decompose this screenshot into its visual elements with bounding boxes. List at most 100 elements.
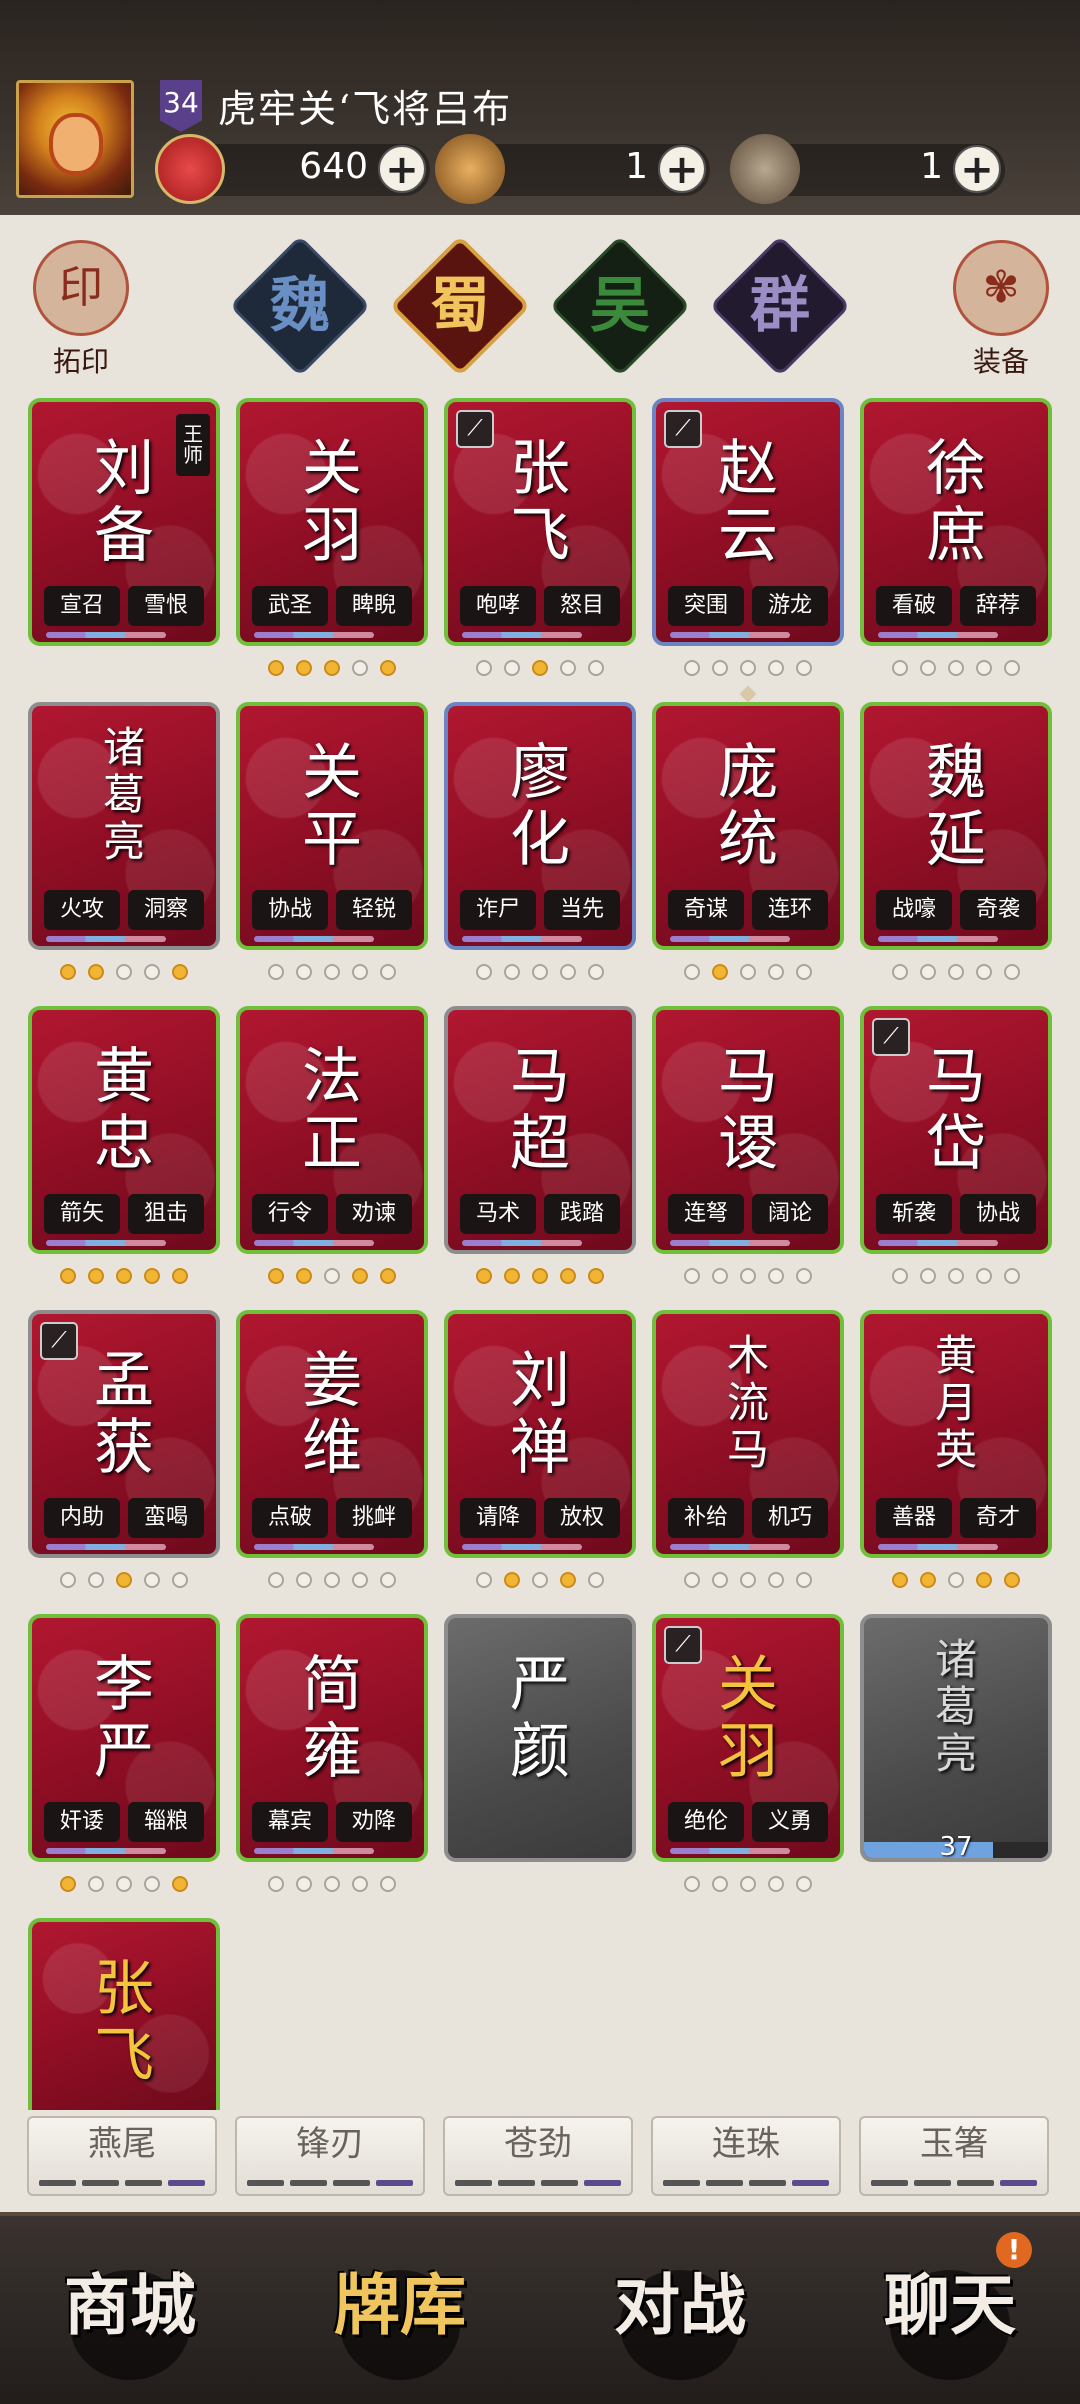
hero-card[interactable]: 简雍幕宾 劝降 xyxy=(236,1614,428,1862)
nav-shop[interactable]: 商城 xyxy=(30,2240,230,2370)
skill-tag[interactable]: 补给 xyxy=(668,1498,744,1538)
skill-tag[interactable]: 诈尸 xyxy=(460,890,536,930)
skill-tag[interactable]: 当先 xyxy=(544,890,620,930)
rubbing-button[interactable]: 印 拓印 xyxy=(26,240,136,380)
rarity-stripe xyxy=(462,1240,582,1246)
resource-value-1: 640 xyxy=(299,146,368,187)
skill-tag[interactable]: 辞荐 xyxy=(960,586,1036,626)
faction-tab-shu[interactable]: 蜀 xyxy=(389,235,531,377)
hero-card[interactable]: 诸葛亮火攻 洞察 xyxy=(28,702,220,950)
hero-card[interactable]: 马谡连弩 阔论 xyxy=(652,1006,844,1254)
skill-tag[interactable]: 武圣 xyxy=(252,586,328,626)
nav-battle[interactable]: 对战 xyxy=(580,2240,780,2370)
gem-tab-5[interactable]: 玉箸 xyxy=(859,2116,1049,2196)
skill-tag[interactable]: 劝降 xyxy=(336,1802,412,1842)
skill-tag[interactable]: 轻锐 xyxy=(336,890,412,930)
skill-tag[interactable]: 善器 xyxy=(876,1498,952,1538)
hero-card[interactable]: 刘备王师宣召 雪恨 xyxy=(28,398,220,646)
skill-tag[interactable]: 劝谏 xyxy=(336,1194,412,1234)
skill-tag[interactable]: 奇袭 xyxy=(960,890,1036,930)
skill-tag[interactable]: 阔论 xyxy=(752,1194,828,1234)
skill-tag[interactable]: 蛮喝 xyxy=(128,1498,204,1538)
skill-tag[interactable]: 机巧 xyxy=(752,1498,828,1538)
add-resource-3-button[interactable]: + xyxy=(953,145,1001,193)
skill-tag[interactable]: 斩袭 xyxy=(876,1194,952,1234)
skill-tag[interactable]: 突围 xyxy=(668,586,744,626)
skill-tag[interactable]: 协战 xyxy=(252,890,328,930)
faction-tab-qun[interactable]: 群 xyxy=(709,235,851,377)
skill-tag[interactable]: 点破 xyxy=(252,1498,328,1538)
gem-tab-1[interactable]: 燕尾 xyxy=(27,2116,217,2196)
hero-name-char: 庶 xyxy=(926,501,986,572)
hero-card[interactable]: 庞统奇谋 连环 xyxy=(652,702,844,950)
star-dot xyxy=(268,964,284,980)
hero-card[interactable]: 姜维点破 挑衅 xyxy=(236,1310,428,1558)
hero-name: 魏延 xyxy=(864,739,1048,874)
hero-card[interactable]: 关平协战 轻锐 xyxy=(236,702,428,950)
skill-tag[interactable]: 游龙 xyxy=(752,586,828,626)
hero-card[interactable]: 魏延战嚎 奇袭 xyxy=(860,702,1052,950)
gem-tab-4[interactable]: 连珠 xyxy=(651,2116,841,2196)
skill-tag[interactable]: 马术 xyxy=(460,1194,536,1234)
skill-tag[interactable]: 践踏 xyxy=(544,1194,620,1234)
hero-card[interactable]: 马超马术 践踏 xyxy=(444,1006,636,1254)
hero-card[interactable]: 徐庶看破 辞荐 xyxy=(860,398,1052,646)
hero-card[interactable]: 张飞 ⟋ 咆哮 怒目 xyxy=(444,398,636,646)
skill-tag[interactable]: 奇才 xyxy=(960,1498,1036,1538)
skill-tag[interactable]: 睥睨 xyxy=(336,586,412,626)
gem-tab-2[interactable]: 锋刃 xyxy=(235,2116,425,2196)
hero-card[interactable]: 关羽 ⟋ 绝伦 义勇 xyxy=(652,1614,844,1862)
skill-tag[interactable]: 咆哮 xyxy=(460,586,536,626)
skill-tag[interactable]: 义勇 xyxy=(752,1802,828,1842)
add-resource-1-button[interactable]: + xyxy=(378,145,426,193)
hero-card[interactable]: 张飞 xyxy=(28,1918,220,2110)
skill-tag[interactable]: 连弩 xyxy=(668,1194,744,1234)
skill-tag[interactable]: 放权 xyxy=(544,1498,620,1538)
skill-tag[interactable]: 看破 xyxy=(876,586,952,626)
skill-tag[interactable]: 火攻 xyxy=(44,890,120,930)
star-dot xyxy=(684,1876,700,1892)
hero-card[interactable]: 严颜 xyxy=(444,1614,636,1862)
hero-card[interactable]: 黄月英善器 奇才 xyxy=(860,1310,1052,1558)
hero-card[interactable]: 法正行令 劝谏 xyxy=(236,1006,428,1254)
skill-tag[interactable]: 怒目 xyxy=(544,586,620,626)
hero-card[interactable]: 廖化诈尸 当先 xyxy=(444,702,636,950)
skill-tag[interactable]: 宣召 xyxy=(44,586,120,626)
skill-tag[interactable]: 箭矢 xyxy=(44,1194,120,1234)
skill-row: 战嚎 奇袭 xyxy=(876,890,1036,930)
skill-tag[interactable]: 挑衅 xyxy=(336,1498,412,1538)
skill-tag[interactable]: 奇谋 xyxy=(668,890,744,930)
skill-tag[interactable]: 请降 xyxy=(460,1498,536,1538)
skill-tag[interactable]: 幕宾 xyxy=(252,1802,328,1842)
hero-card[interactable]: 关羽武圣 睥睨 xyxy=(236,398,428,646)
skill-tag[interactable]: 内助 xyxy=(44,1498,120,1538)
hero-card[interactable]: 黄忠箭矢 狙击 xyxy=(28,1006,220,1254)
rarity-stripe xyxy=(878,1240,998,1246)
skill-tag[interactable]: 辎粮 xyxy=(128,1802,204,1842)
skill-tag[interactable]: 协战 xyxy=(960,1194,1036,1234)
faction-tab-wei[interactable]: 魏 xyxy=(229,235,371,377)
player-avatar[interactable] xyxy=(16,80,134,198)
skill-tag[interactable]: 洞察 xyxy=(128,890,204,930)
add-resource-2-button[interactable]: + xyxy=(658,145,706,193)
hero-card[interactable]: 孟获 ⟋ 内助 蛮喝 xyxy=(28,1310,220,1558)
hero-card[interactable]: 木流马补给 机巧 xyxy=(652,1310,844,1558)
hero-card[interactable]: 刘禅请降 放权 xyxy=(444,1310,636,1558)
hero-card[interactable]: 赵云 ⟋ 突围 游龙 xyxy=(652,398,844,646)
star-dots xyxy=(860,964,1052,984)
skill-tag[interactable]: 奸诿 xyxy=(44,1802,120,1842)
nav-card-library[interactable]: 牌库 xyxy=(300,2240,500,2370)
faction-tab-wu[interactable]: 吴 xyxy=(549,235,691,377)
skill-tag[interactable]: 绝伦 xyxy=(668,1802,744,1842)
skill-tag[interactable]: 行令 xyxy=(252,1194,328,1234)
hero-card[interactable]: 李严奸诿 辎粮 xyxy=(28,1614,220,1862)
hero-card[interactable]: 马岱 ⟋ 斩袭 协战 xyxy=(860,1006,1052,1254)
skill-tag[interactable]: 雪恨 xyxy=(128,586,204,626)
hero-card[interactable]: 诸葛亮 37 xyxy=(860,1614,1052,1862)
skill-tag[interactable]: 战嚎 xyxy=(876,890,952,930)
skill-tag[interactable]: 连环 xyxy=(752,890,828,930)
equipment-button[interactable]: ✾ 装备 xyxy=(946,240,1056,380)
gem-tab-3[interactable]: 苍劲 xyxy=(443,2116,633,2196)
skill-tag[interactable]: 狙击 xyxy=(128,1194,204,1234)
hero-name: 黄月英 xyxy=(864,1332,1048,1473)
